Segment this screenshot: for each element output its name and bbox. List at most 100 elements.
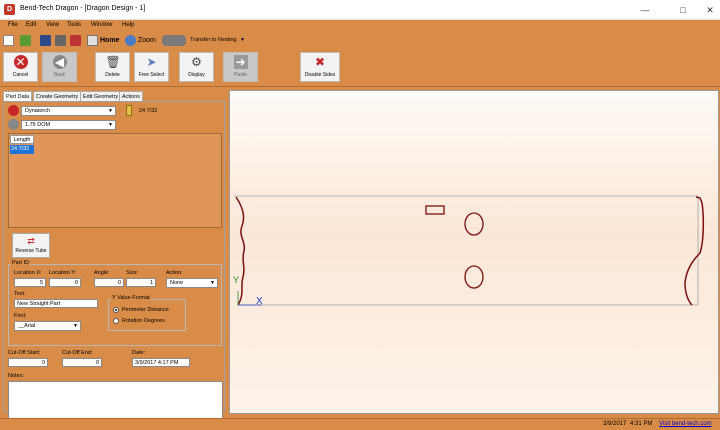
cursor-arrow-icon: ➤ — [146, 55, 157, 69]
menu-tools[interactable]: Tools — [67, 22, 81, 28]
back-arrow-icon: ◀ — [52, 55, 67, 69]
length-list[interactable]: Length 24 7/32 — [8, 133, 222, 228]
close-window-button[interactable]: ✕ — [695, 0, 720, 20]
location-x-label: Location X: — [14, 270, 42, 276]
menu-window[interactable]: Window — [91, 22, 112, 28]
text-label: Text: — [14, 291, 26, 297]
tab-part-data[interactable]: Part Data — [3, 91, 33, 101]
home-icon[interactable] — [87, 35, 98, 46]
tab-edit-geometry[interactable]: Edit Geometry — [80, 91, 122, 101]
font-label: Font: — [14, 313, 27, 319]
font-select[interactable]: __Arial ▼ — [14, 321, 81, 331]
print-icon[interactable] — [55, 35, 66, 46]
cutoff-start-label: Cut-Off Start: — [8, 350, 41, 356]
x-mark-icon: ✖ — [314, 55, 326, 69]
radio-rotation-degrees[interactable] — [113, 318, 119, 324]
cancel-icon: ✕ — [13, 55, 28, 69]
zoom-button[interactable]: Zoom — [138, 37, 156, 44]
status-time: 4:31 PM — [630, 421, 653, 427]
angle-field[interactable]: 0 — [94, 278, 124, 287]
status-date: 3/9/2017 — [603, 421, 627, 427]
disable-sides-button[interactable]: ✖ Disable Sides — [300, 52, 340, 82]
chevron-down-icon: ▼ — [210, 280, 215, 286]
radio-perimeter-distance[interactable] — [113, 307, 119, 313]
machine-icon — [8, 105, 19, 116]
location-y-field[interactable]: 0 — [49, 278, 81, 287]
cancel-button[interactable]: ✕ Cancel — [3, 52, 38, 82]
hole-cutout-top[interactable] — [464, 212, 484, 236]
menu-edit[interactable]: Edit — [26, 22, 36, 28]
trash-icon: 🗑 — [105, 55, 121, 69]
transfer-dropdown-arrow-icon[interactable]: ▼ — [240, 37, 245, 43]
cutoff-start-field[interactable]: 0 — [8, 358, 48, 367]
location-y-label: Location Y: — [49, 270, 77, 276]
quick-access-bar: Home Zoom Transfer to Nesting ▼ — [0, 33, 720, 49]
size-field[interactable]: 1 — [126, 278, 156, 287]
y-axis-label: Y — [233, 275, 240, 285]
left-panel: Part Data Create Geometry Edit Geometry … — [3, 91, 225, 419]
text-field[interactable]: New Straight Part — [14, 299, 98, 308]
location-x-field[interactable]: 5 — [14, 278, 46, 287]
part-id-group-label: Part ID — [11, 260, 31, 266]
material-icon — [8, 119, 19, 130]
machine-select[interactable]: Dynatorch ▼ — [21, 106, 116, 116]
drawing-canvas[interactable]: Y X — [230, 91, 718, 413]
transfer-icon[interactable] — [162, 35, 186, 46]
maximize-button[interactable]: □ — [668, 0, 698, 20]
dragon-logo-icon: D — [4, 4, 15, 15]
chevron-down-icon: ▼ — [108, 108, 113, 114]
length-column-header[interactable]: Length — [10, 135, 34, 144]
menu-view[interactable]: View — [46, 22, 59, 28]
reverse-arrows-icon: ⇄ — [27, 236, 35, 246]
paste-button[interactable]: ➜ Paste — [223, 52, 258, 82]
menu-file[interactable]: File — [8, 22, 18, 28]
right-end-cope-profile[interactable] — [684, 196, 705, 306]
tab-actions[interactable]: Actions — [119, 91, 144, 101]
window-title: Bend-Tech Dragon - [Dragon Design - 1] — [20, 5, 146, 12]
save-icon[interactable] — [40, 35, 51, 46]
reverse-tube-button[interactable]: ⇄ Reverse Tube — [12, 233, 50, 258]
action-label: Action: — [166, 270, 183, 276]
angle-label: Angle: — [94, 270, 110, 276]
part-geometry — [234, 195, 705, 306]
left-end-cope-profile[interactable] — [235, 196, 246, 306]
display-button[interactable]: ⚙ Display — [179, 52, 214, 82]
gear-icon: ⚙ — [191, 55, 202, 69]
drawing-area[interactable]: Y X — [229, 90, 719, 414]
back-button[interactable]: ◀ Back — [42, 52, 77, 82]
cutoff-end-field[interactable]: 0 — [62, 358, 102, 367]
transfer-to-nesting-button[interactable]: Transfer to Nesting — [190, 37, 237, 43]
size-label: Size: — [126, 270, 139, 276]
minimize-button[interactable]: — — [630, 0, 660, 20]
tube-length-icon — [126, 105, 132, 116]
rectangular-cutout[interactable] — [425, 205, 445, 215]
menu-help[interactable]: Help — [122, 22, 134, 28]
notes-label: Notes: — [8, 373, 24, 379]
material-select[interactable]: 1.75 DOM ▼ — [21, 120, 116, 130]
rotation-degrees-label: Rotation Degrees — [122, 318, 165, 324]
visit-website-link[interactable]: Visit bend-tech.com — [659, 421, 712, 427]
zoom-icon[interactable] — [125, 35, 136, 46]
open-file-icon[interactable] — [20, 35, 31, 46]
chevron-down-icon: ▼ — [73, 323, 78, 329]
y-value-format-label: Y Value Format — [111, 295, 151, 301]
close-file-icon[interactable] — [70, 35, 81, 46]
notes-textarea[interactable] — [8, 381, 223, 419]
new-file-icon[interactable] — [3, 35, 14, 46]
date-field[interactable]: 3/9/2017 4:17 PM — [132, 358, 190, 367]
perimeter-distance-label: Perimeter Distance — [122, 307, 169, 313]
tab-create-geometry[interactable]: Create Geometry — [33, 91, 82, 101]
date-label: Date: — [132, 350, 146, 356]
hole-cutout-bottom[interactable] — [464, 265, 484, 289]
action-select[interactable]: None ▼ — [166, 278, 218, 288]
paste-arrow-icon: ➜ — [233, 55, 248, 69]
length-display: 24 7/32 — [139, 108, 158, 114]
toolbar: ✕ Cancel ◀ Back 🗑 Delete ➤ Free Select ⚙… — [0, 49, 720, 87]
cutoff-end-label: Cut-Off End: — [62, 350, 93, 356]
free-select-button[interactable]: ➤ Free Select — [134, 52, 169, 82]
delete-button[interactable]: 🗑 Delete — [95, 52, 130, 82]
x-axis-label: X — [256, 296, 263, 307]
menu-bar: File Edit View Tools Window Help — [0, 20, 720, 33]
home-button[interactable]: Home — [100, 37, 119, 44]
list-item[interactable]: 24 7/32 — [10, 145, 34, 154]
